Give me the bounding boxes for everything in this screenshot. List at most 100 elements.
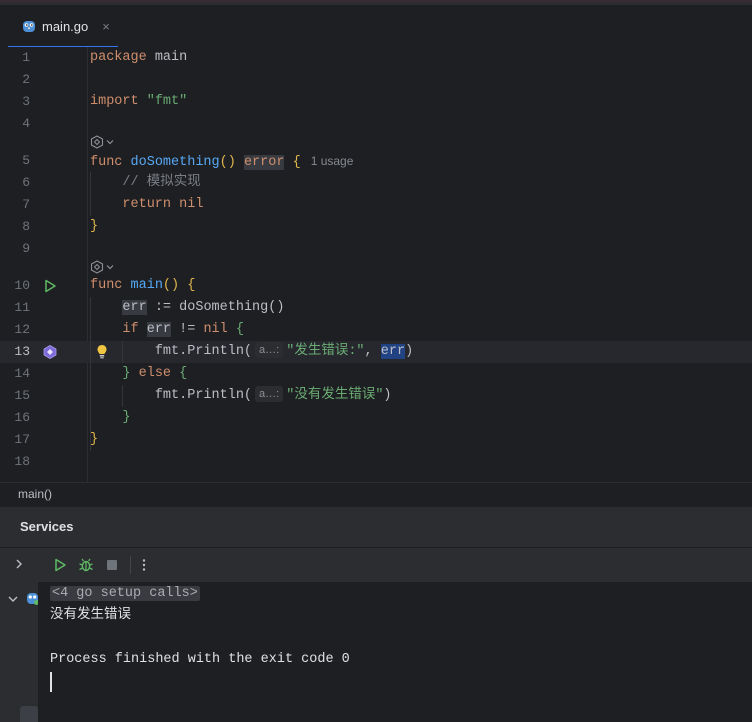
line-number[interactable]: 17	[0, 429, 30, 451]
line-number[interactable]: 4	[0, 113, 30, 135]
line-number[interactable]: 3	[0, 91, 30, 113]
code-line-15: fmt.Println(a…: "没有发生错误")	[90, 385, 392, 407]
line-number[interactable]: 10	[0, 275, 30, 297]
folded-setup-calls[interactable]: <4 go setup calls>	[50, 586, 200, 601]
services-tree	[0, 548, 39, 722]
line-number[interactable]: 1	[0, 47, 30, 69]
line-number[interactable]: 8	[0, 216, 30, 238]
chevron-down-icon[interactable]	[7, 594, 19, 604]
brace: {	[292, 155, 301, 170]
breadcrumb-bar: main()	[0, 482, 752, 507]
scrollbar-stub[interactable]	[20, 706, 38, 722]
punctuation: )	[383, 388, 392, 403]
line-number[interactable]: 5	[0, 150, 30, 172]
text-cursor	[50, 672, 52, 692]
line-number[interactable]: 9	[0, 238, 30, 260]
code-line-7: return nil	[90, 194, 203, 216]
code-line-12: if err != nil {	[90, 319, 244, 341]
go-file-icon	[23, 21, 35, 32]
code-line-13: fmt.Println(a…: "发生错误:", err)	[90, 341, 413, 363]
string-literal: "没有发生错误"	[286, 388, 384, 403]
function-call: doSomething()	[179, 300, 285, 315]
code-line-1: package main	[90, 47, 187, 69]
keyword: package	[90, 50, 147, 65]
function-name: doSomething	[130, 155, 220, 170]
string-literal: "fmt"	[146, 94, 188, 109]
function-call: fmt.Println(	[154, 388, 253, 403]
function-name: main	[130, 278, 163, 293]
variable: err	[122, 300, 147, 315]
line-number[interactable]: 15	[0, 385, 30, 407]
parens: ()	[219, 155, 236, 170]
type-name: error	[243, 155, 285, 170]
keyword: func	[90, 155, 123, 170]
keyword: import	[90, 94, 139, 109]
brace: }	[90, 432, 99, 447]
code-editor[interactable]: 1 2 3 4 5 6 7 8 9 10 11 12 13 14 15 16 1…	[0, 47, 752, 482]
chevron-down-icon	[106, 140, 114, 145]
identifier: main	[154, 50, 188, 65]
code-line-5: func doSomething() error {1 usage	[90, 150, 353, 174]
code-line-6: // 模拟实现	[90, 172, 201, 194]
run-icon[interactable]	[42, 278, 58, 294]
brace: }	[122, 410, 131, 425]
console-output[interactable]: <4 go setup calls> 没有发生错误 Process finish…	[38, 582, 752, 722]
keyword: if	[122, 322, 139, 337]
services-panel-header: Services	[0, 507, 752, 547]
keyword: func	[90, 278, 123, 293]
brace: {	[179, 366, 188, 381]
stop-icon[interactable]	[104, 557, 120, 573]
code-line-16: }	[90, 407, 131, 429]
line-number[interactable]: 12	[0, 319, 30, 341]
comment: // 模拟实现	[122, 175, 201, 190]
line-number[interactable]: 7	[0, 194, 30, 216]
code-line-3: import "fmt"	[90, 91, 187, 113]
debug-icon[interactable]	[78, 557, 94, 573]
parameter-hint[interactable]: a…:	[255, 342, 284, 358]
operator: !=	[179, 322, 196, 337]
debug-ai-icon[interactable]	[42, 344, 58, 360]
ai-assistant-icon	[90, 260, 104, 274]
ai-assistant-icon	[90, 135, 104, 149]
function-call: fmt.Println(	[154, 344, 253, 359]
tab-main-go[interactable]: main.go ×	[8, 5, 118, 48]
brace: }	[122, 366, 131, 381]
code-line-14: } else {	[90, 363, 187, 385]
line-number[interactable]: 2	[0, 69, 30, 91]
more-options-icon[interactable]	[136, 557, 152, 573]
variable: err	[146, 322, 172, 337]
window-top-accent	[0, 0, 752, 2]
services-toolbar	[38, 548, 752, 582]
line-number[interactable]: 6	[0, 172, 30, 194]
keyword: nil	[179, 197, 204, 212]
close-icon[interactable]: ×	[102, 19, 110, 34]
code-lens[interactable]	[90, 259, 114, 275]
code-lens[interactable]	[90, 134, 114, 150]
brace: }	[90, 219, 99, 234]
panel-title: Services	[20, 519, 74, 534]
line-number[interactable]: 13	[0, 341, 30, 363]
keyword: else	[138, 366, 172, 381]
line-number[interactable]: 11	[0, 297, 30, 319]
keyword: return	[122, 197, 172, 212]
tab-label: main.go	[42, 18, 89, 34]
parameter-hint[interactable]: a…:	[255, 386, 284, 402]
console-line: <4 go setup calls>	[50, 583, 200, 605]
code-line-17: }	[90, 429, 98, 451]
code-line-8: }	[90, 216, 98, 238]
operator: :=	[154, 300, 172, 315]
run-icon[interactable]	[52, 557, 68, 573]
punctuation: ,	[364, 344, 373, 359]
chevron-down-icon	[106, 265, 114, 270]
variable: err	[380, 344, 406, 359]
line-number[interactable]: 18	[0, 451, 30, 473]
line-number[interactable]: 14	[0, 363, 30, 385]
chevron-right-icon[interactable]	[14, 558, 24, 570]
breadcrumb[interactable]: main()	[18, 487, 52, 501]
editor-tab-bar: main.go ×	[0, 5, 752, 48]
usages-hint[interactable]: 1 usage	[311, 154, 354, 168]
toolbar-separator	[130, 556, 131, 574]
console-line: 没有发生错误	[50, 608, 131, 623]
line-number[interactable]: 16	[0, 407, 30, 429]
parens: ()	[162, 278, 180, 293]
